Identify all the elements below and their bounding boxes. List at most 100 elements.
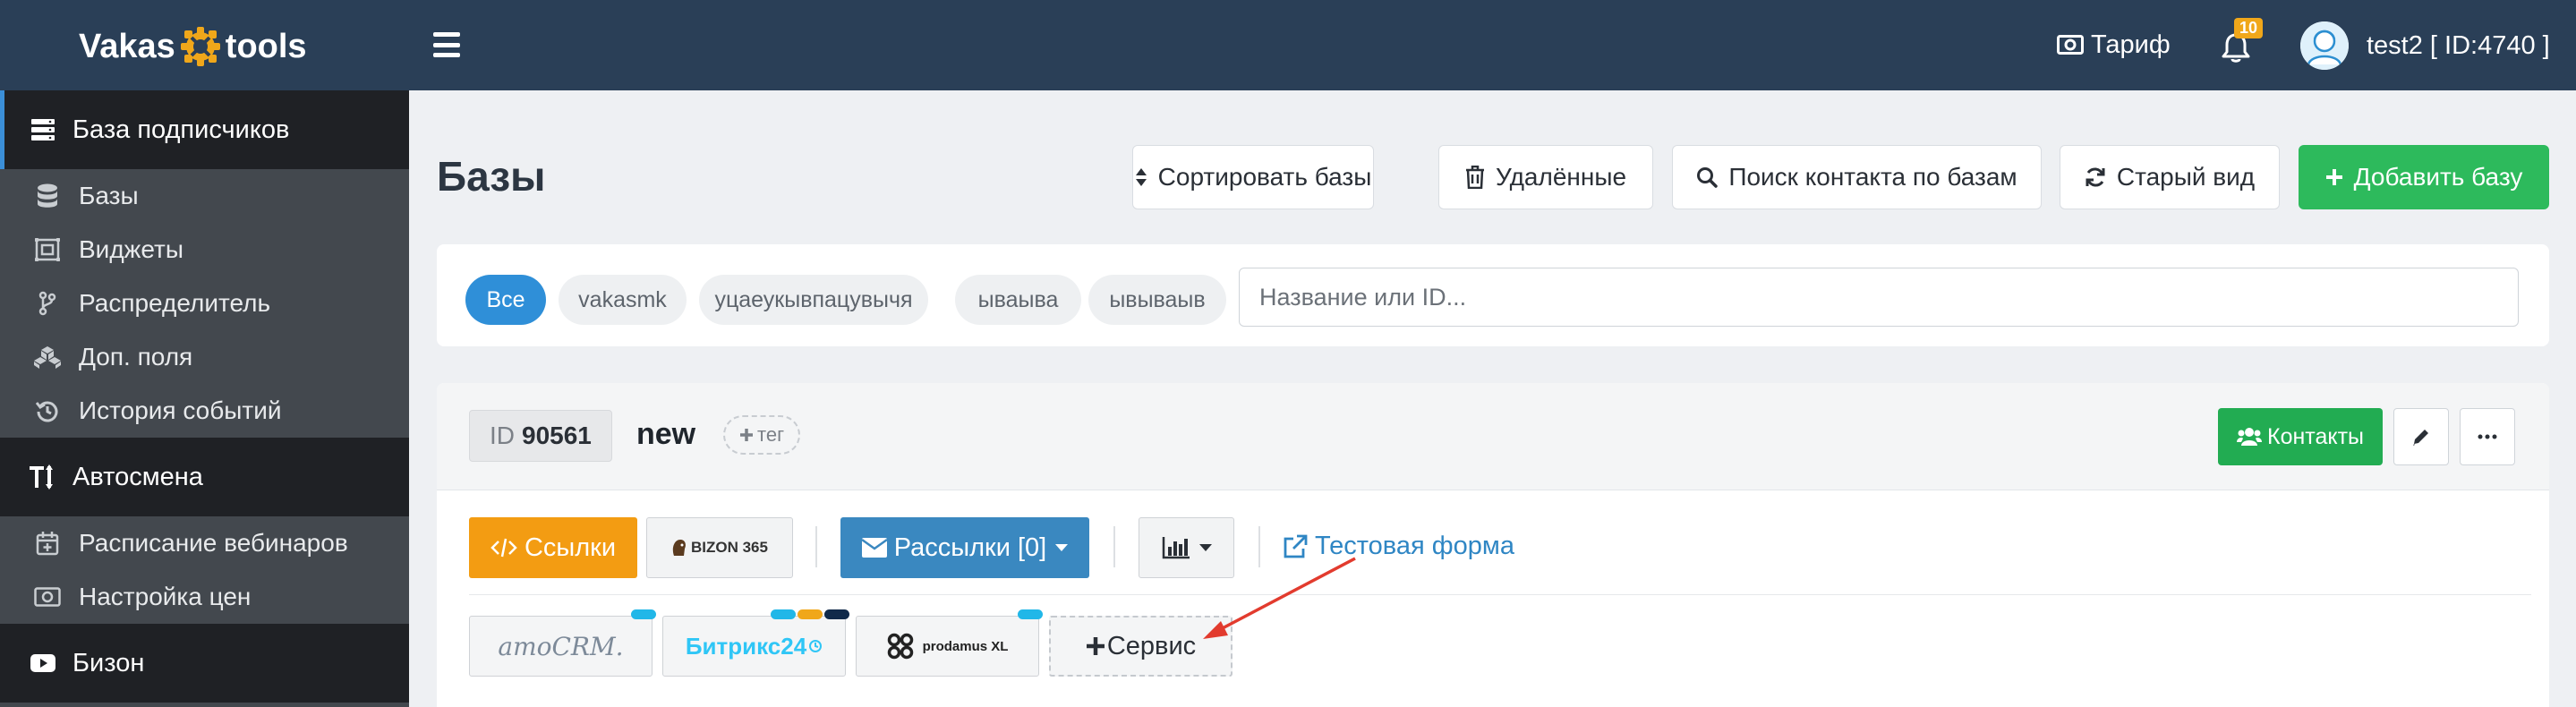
sidebar-section-bizon[interactable]: Бизон	[0, 624, 409, 703]
gear-logo-icon	[179, 25, 222, 68]
sort-bases-label: Сортировать базы	[1157, 163, 1372, 191]
old-view-button[interactable]: Старый вид	[2060, 145, 2280, 209]
sort-bases-button[interactable]: Сортировать базы	[1132, 145, 1374, 209]
pencil-icon	[2413, 430, 2428, 446]
separator	[1113, 526, 1115, 567]
page-title: Базы	[437, 153, 546, 200]
sidebar-item-webinar-schedule[interactable]: Расписание вебинаров	[0, 516, 409, 570]
bitrix24-logo: Битрикс24	[685, 632, 807, 660]
user-menu[interactable]: test2 [ ID:4740 ]	[2300, 21, 2550, 70]
filter-chip[interactable]: ываыва	[955, 275, 1081, 325]
filter-chip[interactable]: vakasmk	[559, 275, 687, 325]
sidebar-item-label: Доп. поля	[79, 343, 193, 371]
sidebar-item-distributor[interactable]: Распределитель	[0, 277, 409, 330]
bizon-button[interactable]: BIZON 365	[646, 517, 793, 578]
cubes-icon	[34, 344, 61, 371]
base-id-label: ID	[490, 422, 515, 449]
status-dot	[771, 609, 796, 619]
prodamus-logo-icon	[887, 633, 913, 660]
calendar-plus-icon	[34, 530, 61, 557]
logo[interactable]: Vakas tools	[79, 21, 307, 72]
sidebar-item-label: Распределитель	[79, 289, 271, 317]
sidebar-section-label: Автосмена	[73, 462, 203, 491]
search-contact-label: Поиск контакта по базам	[1728, 163, 2017, 191]
edit-base-button[interactable]	[2393, 408, 2449, 465]
sidebar-item-widgets[interactable]: Виджеты	[0, 223, 409, 277]
tariff-link[interactable]: Тариф	[2057, 25, 2171, 64]
logo-text-left: Vakas	[79, 27, 175, 65]
menu-toggle-button[interactable]	[433, 32, 460, 57]
hamburger-line	[433, 53, 460, 57]
filter-chip[interactable]: ывываыв	[1088, 275, 1226, 325]
more-options-button[interactable]	[2460, 408, 2515, 465]
filter-card: Все vakasmk уцаеукывпацувычя ываыва ывыв…	[437, 244, 2549, 346]
links-button[interactable]: Ссылки	[469, 517, 637, 578]
plus-icon	[2325, 169, 2342, 185]
links-label: Ссылки	[524, 532, 617, 562]
user-label: test2 [ ID:4740 ]	[2367, 30, 2550, 60]
envelope-icon	[861, 538, 887, 558]
deleted-label: Удалённые	[1495, 163, 1627, 191]
sort-icon	[1135, 168, 1147, 186]
sidebar-section-subscribers[interactable]: База подписчиков	[0, 90, 409, 169]
sidebar-item-extra-fields[interactable]: Доп. поля	[0, 330, 409, 384]
clock-icon	[809, 640, 823, 652]
widget-icon	[34, 236, 61, 263]
sidebar-item-price-settings[interactable]: Настройка цен	[0, 570, 409, 624]
contacts-button[interactable]: Контакты	[2218, 408, 2383, 465]
service-bitrix24[interactable]: Битрикс24	[662, 609, 849, 677]
youtube-icon	[30, 650, 56, 677]
users-icon	[2237, 428, 2262, 446]
status-dot	[798, 609, 823, 619]
contacts-label: Контакты	[2267, 423, 2364, 449]
add-service-button[interactable]: Сервис	[1049, 616, 1233, 677]
plus-icon	[1086, 637, 1105, 655]
filter-chip-all[interactable]: Все	[465, 275, 546, 325]
test-form-link[interactable]: Тестовая форма	[1283, 532, 1514, 561]
text-height-icon	[30, 464, 56, 490]
search-contact-button[interactable]: Поиск контакта по базам	[1672, 145, 2042, 209]
service-prodamus[interactable]: prodamus XL	[856, 609, 1043, 677]
money-icon	[34, 583, 61, 610]
external-link-icon	[1284, 534, 1308, 558]
sidebar-item-label: Расписание вебинаров	[79, 529, 348, 557]
bizon-label: BIZON 365	[691, 539, 768, 556]
service-amocrm[interactable]: amoCRM.	[469, 609, 656, 677]
sidebar: База подписчиков Базы Виджеты Распредели…	[0, 90, 409, 707]
old-view-label: Старый вид	[2116, 163, 2256, 191]
deleted-button[interactable]: Удалённые	[1438, 145, 1653, 209]
filter-chip[interactable]: уцаеукывпацувычя	[699, 275, 928, 325]
sidebar-item-history[interactable]: История событий	[0, 384, 409, 438]
add-tag-button[interactable]: тег	[723, 415, 801, 455]
base-id-value: 90561	[522, 422, 592, 449]
base-card: ID 90561 new тег Контакты Ссылки BIZON 3…	[437, 383, 2549, 707]
add-base-label: Добавить базу	[2353, 163, 2523, 191]
sidebar-item-label: Базы	[79, 182, 139, 209]
tariff-label: Тариф	[2091, 30, 2171, 59]
separator	[815, 526, 817, 567]
trash-icon	[1465, 166, 1484, 189]
add-service-label: Сервис	[1106, 631, 1197, 660]
stats-dropdown[interactable]	[1139, 517, 1234, 578]
base-id-box: ID 90561	[469, 410, 612, 462]
notifications-button[interactable]: 10	[2218, 18, 2264, 68]
sidebar-item-bases[interactable]: Базы	[0, 169, 409, 223]
bar-chart-icon	[1162, 537, 1190, 559]
notifications-badge: 10	[2234, 18, 2264, 38]
separator	[1258, 526, 1260, 567]
ellipsis-icon	[2478, 434, 2497, 439]
mailings-dropdown[interactable]: Рассылки [0]	[840, 517, 1089, 578]
bizon-logo-icon	[672, 540, 686, 556]
mailings-label: Рассылки [0]	[893, 532, 1047, 562]
base-search-input[interactable]	[1239, 268, 2519, 327]
logo-text-right: tools	[225, 27, 307, 65]
add-base-button[interactable]: Добавить базу	[2299, 145, 2549, 209]
sidebar-section-autochange[interactable]: Автосмена	[0, 438, 409, 516]
search-icon	[1697, 167, 1719, 188]
sidebar-section-label: Бизон	[73, 648, 145, 677]
active-section-indicator	[0, 90, 4, 169]
server-icon	[30, 116, 56, 143]
divider	[469, 594, 2531, 595]
base-card-header: ID 90561 new тег Контакты	[437, 383, 2549, 490]
money-icon	[2057, 35, 2084, 55]
